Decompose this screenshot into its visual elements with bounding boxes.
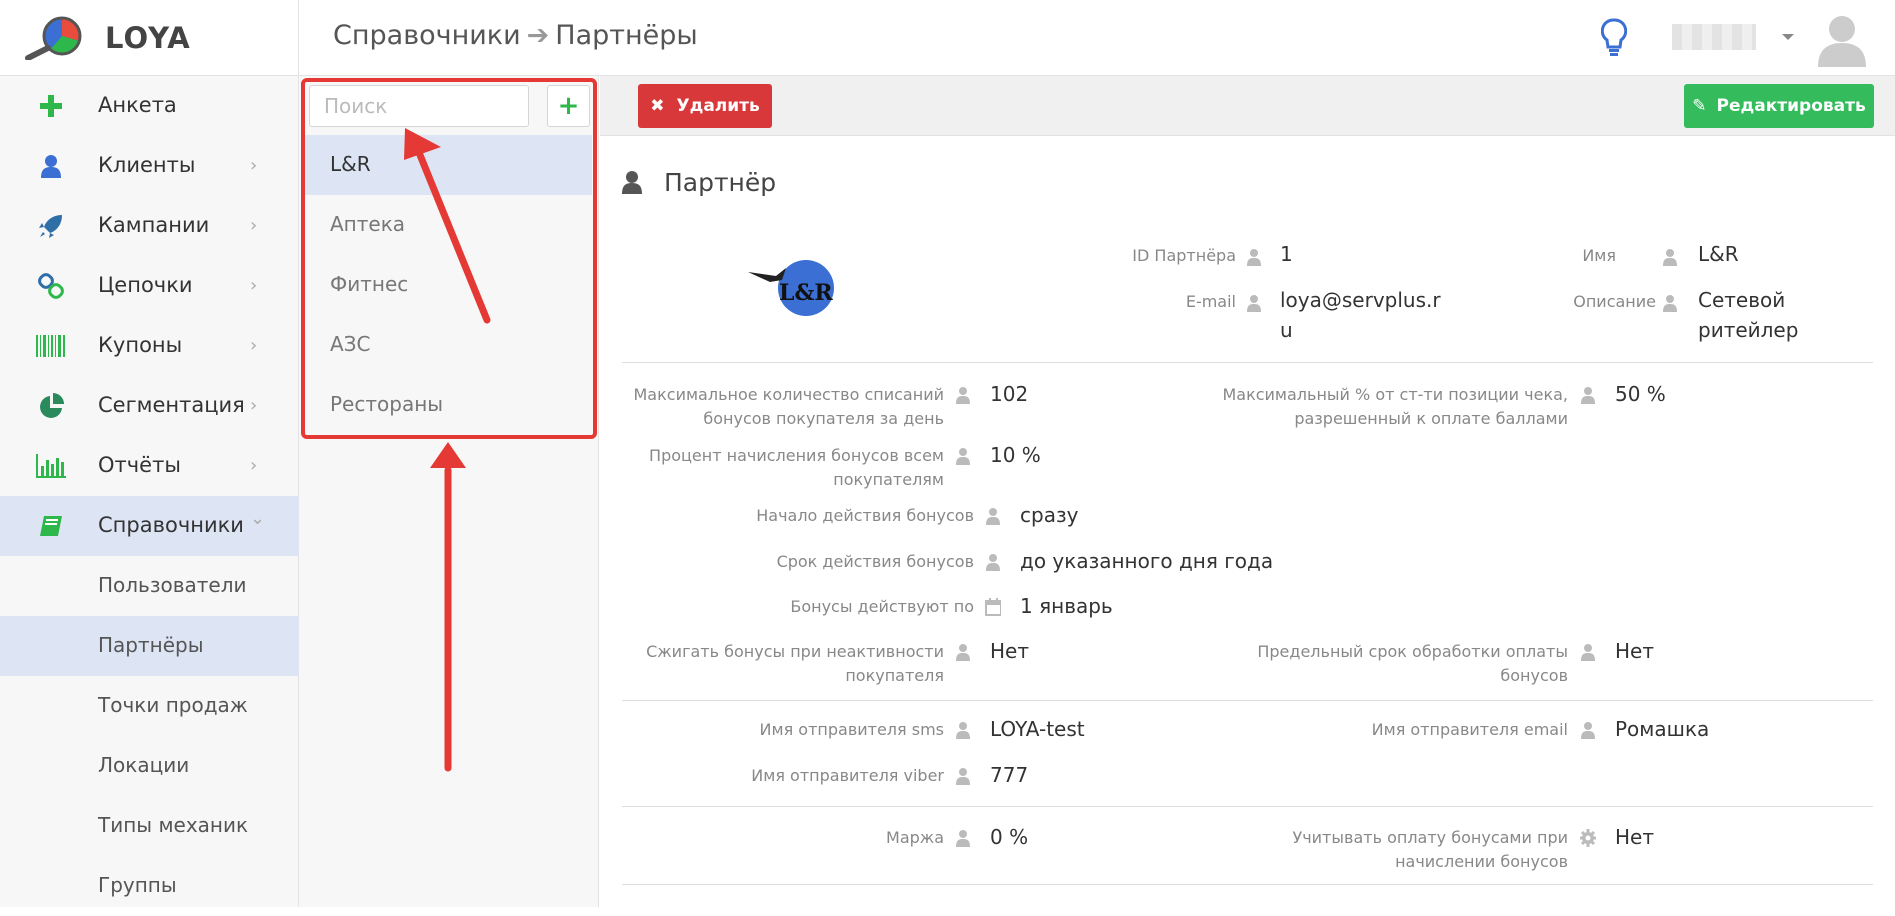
annotation-arrows	[404, 128, 491, 772]
annotation-arrow-up-left	[414, 146, 491, 324]
annotation-arrow-up-head	[430, 442, 466, 468]
